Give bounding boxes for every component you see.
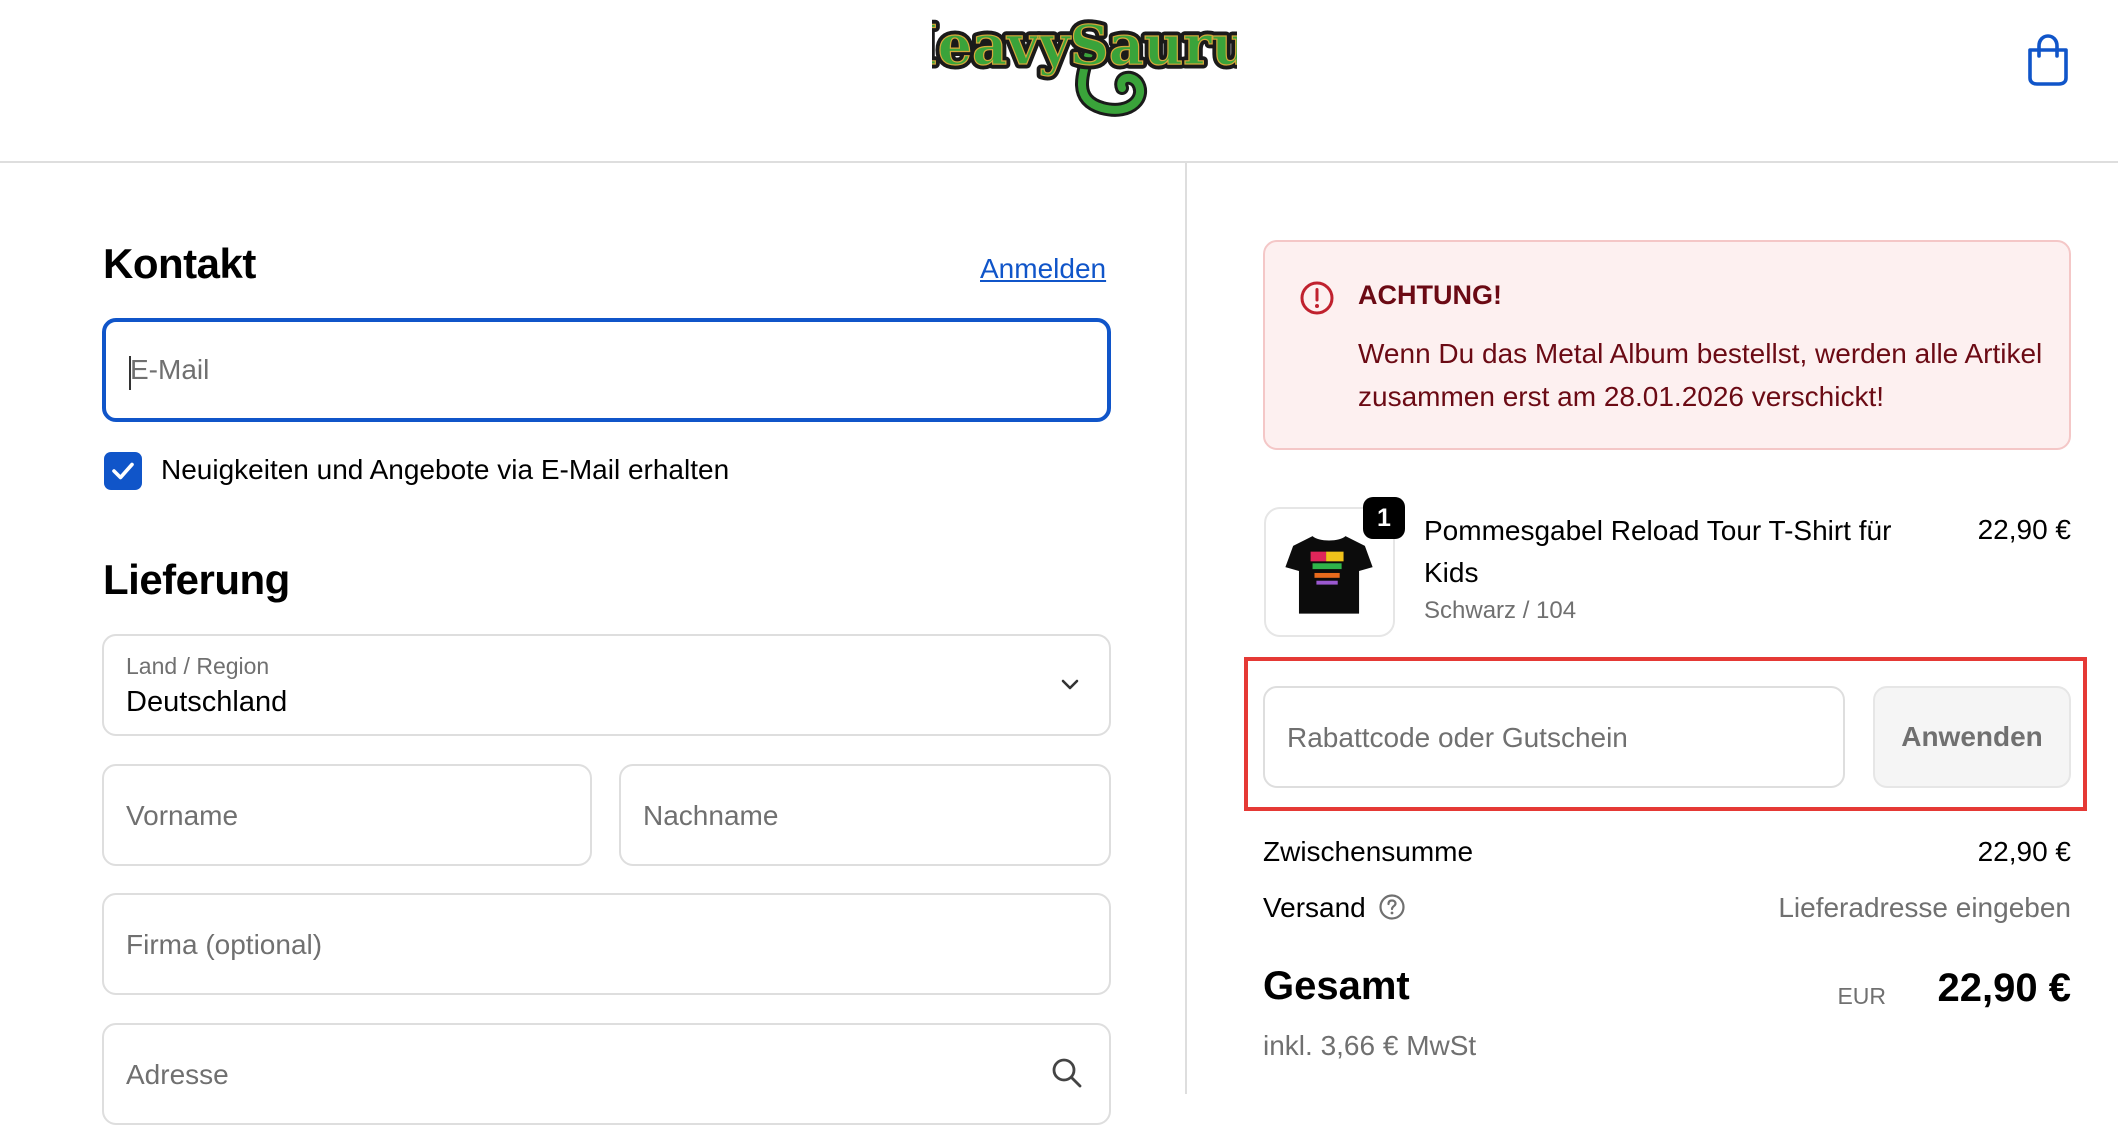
email-field[interactable]: E-Mail bbox=[102, 318, 1111, 422]
apply-discount-button[interactable]: Anwenden bbox=[1873, 686, 2071, 788]
country-select[interactable]: Land / Region Deutschland bbox=[102, 634, 1111, 736]
help-circle-icon[interactable] bbox=[1378, 893, 1406, 921]
product-price: 22,90 € bbox=[1977, 514, 2071, 545]
shopping-bag-icon bbox=[2028, 34, 2068, 86]
notice-title: ACHTUNG! bbox=[1358, 280, 1502, 310]
first-name-field[interactable]: Vorname bbox=[102, 764, 592, 866]
shipping-value: Lieferadresse eingeben bbox=[1778, 892, 2071, 923]
delivery-heading: Lieferung bbox=[103, 556, 290, 603]
heavysaurus-logo[interactable]: HeavySaurus HeavySaurus bbox=[932, 4, 1237, 118]
cart-button[interactable] bbox=[2022, 32, 2074, 88]
search-icon[interactable] bbox=[1049, 1055, 1085, 1091]
checkmark-icon bbox=[112, 462, 134, 480]
currency-code: EUR bbox=[1837, 983, 1886, 1009]
last-name-field[interactable]: Nachname bbox=[619, 764, 1111, 866]
product-variant: Schwarz / 104 bbox=[1424, 597, 1577, 624]
subtotal-label: Zwischensumme bbox=[1263, 836, 1474, 867]
newsletter-checkbox[interactable] bbox=[104, 452, 142, 490]
address-field[interactable]: Adresse bbox=[102, 1023, 1111, 1125]
country-value: Deutschland bbox=[126, 686, 288, 718]
last-name-placeholder: Nachname bbox=[643, 800, 779, 831]
product-name: Pommesgabel Reload Tour T-Shirt für Kids bbox=[1424, 515, 1892, 588]
tax-note: inkl. 3,66 € MwSt bbox=[1263, 1030, 1477, 1061]
discount-code-input[interactable]: Rabattcode oder Gutschein bbox=[1263, 686, 1845, 788]
discount-placeholder: Rabattcode oder Gutschein bbox=[1287, 722, 1628, 753]
login-link[interactable]: Anmelden bbox=[980, 253, 1106, 285]
contact-heading: Kontakt bbox=[103, 240, 256, 287]
total-value: 22,90 € bbox=[1937, 966, 2071, 1010]
company-placeholder: Firma (optional) bbox=[126, 929, 323, 960]
shipping-notice: ACHTUNG! Wenn Du das Metal Album bestell… bbox=[1263, 240, 2071, 450]
alert-circle-icon bbox=[1300, 281, 1334, 315]
logo-graphic: HeavySaurus HeavySaurus bbox=[932, 9, 1237, 117]
notice-text: Wenn Du das Metal Album bestellst, werde… bbox=[1358, 338, 2043, 412]
shipping-label: Versand bbox=[1263, 892, 1366, 923]
address-placeholder: Adresse bbox=[126, 1059, 229, 1090]
total-label: Gesamt bbox=[1263, 964, 1410, 1008]
email-placeholder: E-Mail bbox=[130, 354, 210, 385]
logo-text-fill: HeavySaurus bbox=[932, 13, 1237, 77]
chevron-down-icon bbox=[1061, 679, 1079, 690]
quantity-badge: 1 bbox=[1363, 497, 1405, 539]
first-name-placeholder: Vorname bbox=[126, 800, 239, 831]
site-header: HeavySaurus HeavySaurus bbox=[0, 0, 2118, 163]
newsletter-label[interactable]: Neuigkeiten und Angebote via E-Mail erha… bbox=[161, 454, 729, 486]
company-field[interactable]: Firma (optional) bbox=[102, 893, 1111, 995]
subtotal-value: 22,90 € bbox=[1977, 836, 2071, 867]
column-divider bbox=[1185, 163, 1187, 1094]
country-label: Land / Region bbox=[126, 653, 270, 679]
